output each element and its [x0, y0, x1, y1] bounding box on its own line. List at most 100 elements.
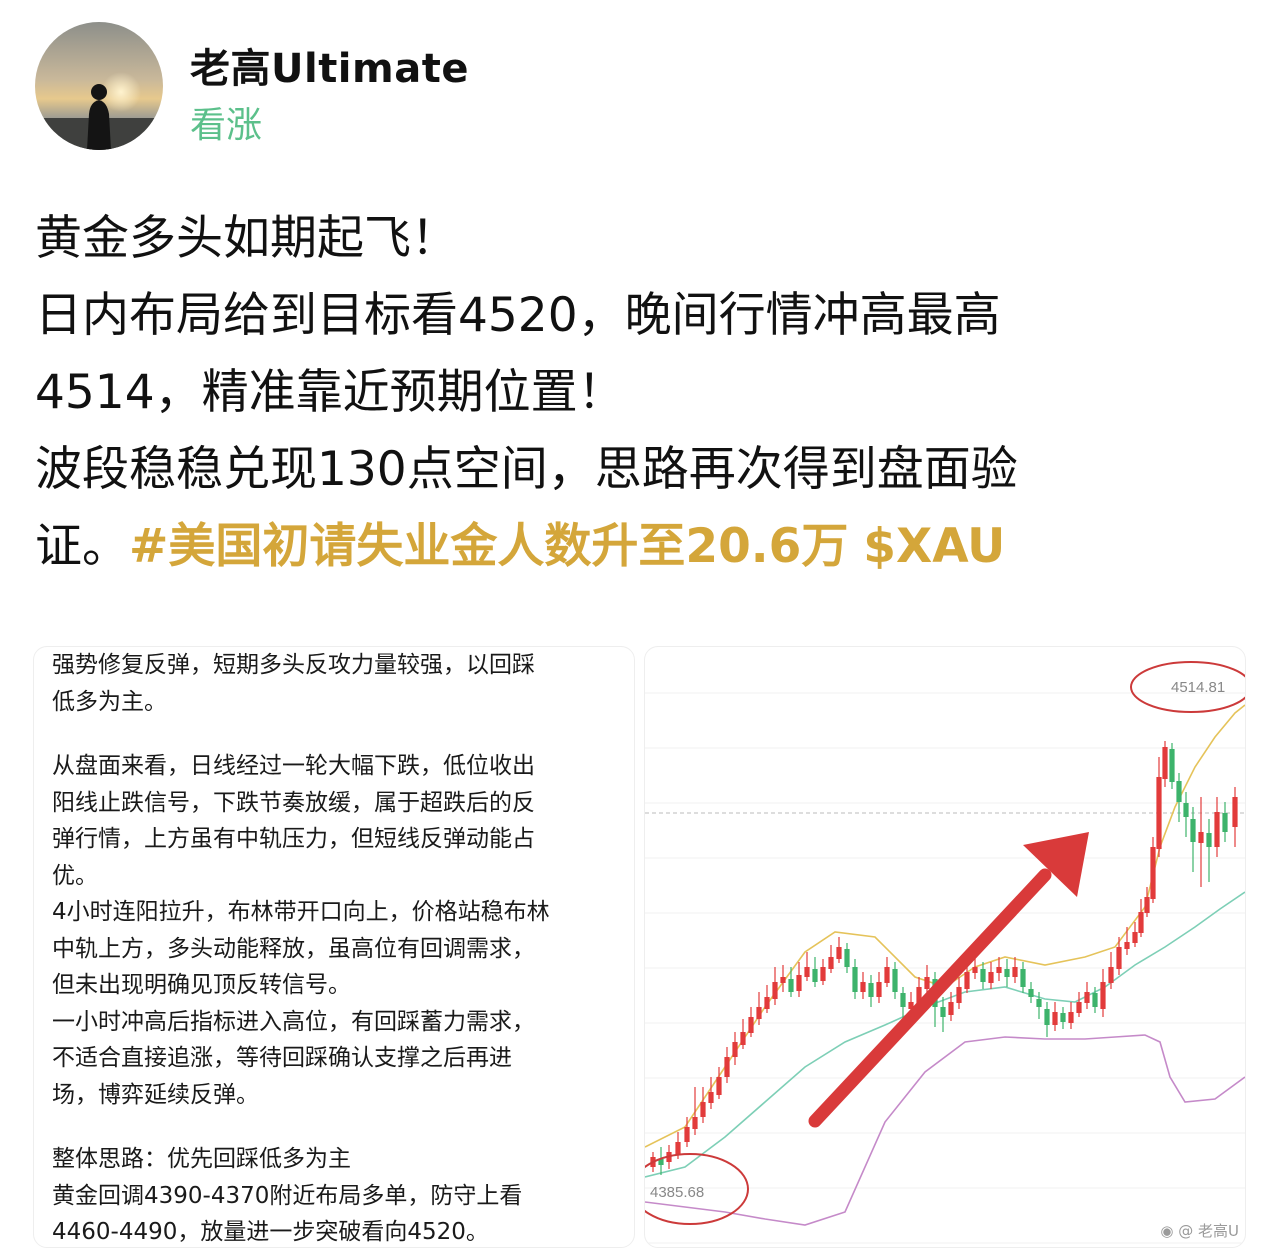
candle-body	[675, 1142, 681, 1155]
candle-body	[1020, 969, 1026, 987]
candle-body	[1044, 1009, 1050, 1025]
candle-body	[732, 1042, 738, 1057]
candle-body	[852, 967, 858, 992]
candle-body	[1068, 1012, 1074, 1023]
candle-body	[988, 972, 994, 983]
username[interactable]: 老高Ultimate	[190, 36, 469, 94]
candle-body	[1036, 999, 1042, 1007]
analysis-line: 场，博弈延续反弹。	[52, 1081, 259, 1108]
candle-body	[980, 969, 986, 982]
candle-body	[1076, 1002, 1082, 1013]
trend-arrow-shaft	[808, 868, 1052, 1128]
avatar[interactable]	[35, 22, 163, 150]
candle-body	[1004, 969, 1010, 977]
candle-body	[1052, 1012, 1058, 1025]
candle-body	[828, 957, 834, 969]
candle-body	[996, 967, 1002, 973]
analysis-line: 整体思路：优先回踩低多为主	[52, 1146, 351, 1172]
chart-grid	[645, 692, 1245, 1244]
post-line: 波段稳稳兑现130点空间，思路再次得到盘面验	[35, 442, 1018, 497]
candle-body	[1116, 947, 1122, 969]
candle-body	[876, 982, 882, 997]
chart-image[interactable]: 4514.81 4385.68 ◉ @ 老高U	[644, 646, 1246, 1248]
candle-body	[1206, 833, 1212, 847]
post-line: 4514，精准靠近预期位置！	[35, 365, 625, 420]
candle-body	[1169, 749, 1175, 782]
candle-body	[1232, 797, 1238, 827]
candle-body	[740, 1032, 746, 1045]
post-line-last: 证。#美国初请失业金人数升至20.6万 $XAU	[35, 508, 1245, 585]
candle-body	[892, 969, 898, 992]
candle-body	[724, 1057, 730, 1077]
candle-body	[708, 1092, 714, 1103]
post-header: 老高Ultimate 看涨	[35, 22, 735, 152]
chart-watermark: ◉ @ 老高U	[1160, 1222, 1239, 1240]
watermark-text: 老高U	[1198, 1222, 1239, 1240]
candle-body	[700, 1102, 706, 1117]
candle-body	[964, 972, 970, 989]
candle-body	[1198, 832, 1204, 843]
candle-body	[868, 983, 874, 997]
candle-body	[1183, 803, 1189, 817]
candle-body	[796, 975, 802, 991]
candle-body	[940, 1007, 946, 1017]
candle-body	[1222, 813, 1228, 832]
candle-body	[716, 1077, 722, 1095]
analysis-image[interactable]: 强势修复反弹，短期多头反攻力量较强，以回踩 低多为主。 从盘面来看，日线经过一轮…	[33, 646, 635, 1248]
candle-body	[780, 977, 786, 983]
candle-body	[1132, 932, 1138, 943]
candle-body	[1060, 1013, 1066, 1022]
candle-body	[924, 977, 930, 989]
candle-body	[764, 997, 770, 1009]
candlestick-chart: 4514.81 4385.68	[645, 661, 1245, 1244]
candle-body	[1108, 967, 1114, 983]
candle-body	[1012, 967, 1018, 977]
analysis-line: 强势修复反弹，短期多头反攻力量较强，以回踩	[52, 652, 535, 678]
bollinger-upper-band	[645, 704, 1245, 1148]
analysis-line: 弹行情，上方虽有中轨压力，但短线反弹动能占	[52, 826, 535, 852]
analysis-line: 一小时冲高后指标进入高位，有回踩蓄力需求，	[52, 1008, 535, 1035]
candle-body	[900, 993, 906, 1007]
candle-body	[1176, 781, 1182, 802]
analysis-line: 但未出现明确见顶反转信号。	[52, 972, 351, 998]
analysis-line: 不适合直接追涨，等待回踩确认支撑之后再进	[52, 1045, 512, 1071]
candle-body	[1190, 819, 1196, 842]
candle-body	[1138, 912, 1144, 933]
candle-body	[1028, 989, 1034, 997]
low-price-label: 4385.68	[650, 1184, 704, 1201]
high-price-label: 4514.81	[1171, 679, 1225, 696]
candle-body	[948, 1002, 954, 1015]
candle-body	[692, 1117, 698, 1129]
candle-body	[844, 949, 850, 967]
candle-body	[748, 1017, 754, 1033]
analysis-line: 4小时连阳拉升，布林带开口向上，价格站稳布林	[52, 899, 550, 925]
analysis-line: 优。	[52, 862, 98, 889]
candle-body	[812, 969, 818, 982]
candle-body	[1214, 812, 1220, 847]
candle-body	[788, 979, 794, 992]
candle-body	[956, 987, 962, 1003]
candle-body	[1150, 847, 1156, 899]
candle-body	[1084, 992, 1090, 1003]
candle-body	[972, 967, 978, 973]
analysis-line: 中轨上方，多头动能释放，虽高位有回调需求，	[52, 935, 535, 962]
post-line: 日内布局给到目标看4520，晚间行情冲高最高	[35, 288, 1001, 343]
candle-body	[1100, 982, 1106, 1009]
candles-group	[650, 741, 1238, 1175]
candle-body	[1156, 777, 1162, 849]
ticker-link[interactable]: $XAU	[863, 519, 1005, 574]
analysis-text: 强势修复反弹，短期多头反攻力量较强，以回踩 低多为主。 从盘面来看，日线经过一轮…	[52, 647, 622, 1247]
candle-body	[1124, 942, 1130, 949]
hashtag-link[interactable]: #美国初请失业金人数升至20.6万	[129, 519, 848, 574]
candle-body	[884, 967, 890, 983]
candle-body	[804, 967, 810, 977]
candle-body	[820, 967, 826, 981]
candle-body	[1162, 747, 1168, 779]
candle-body	[860, 982, 866, 992]
candle-body	[684, 1127, 690, 1142]
weibo-icon: ◉	[1160, 1222, 1179, 1240]
candle-body	[772, 982, 778, 999]
sentiment-label: 看涨	[190, 105, 263, 146]
analysis-line: 从盘面来看，日线经过一轮大幅下跌，低位收出	[52, 753, 535, 779]
analysis-line: 阳线止跌信号，下跌节奏放缓，属于超跌后的反	[52, 789, 535, 816]
